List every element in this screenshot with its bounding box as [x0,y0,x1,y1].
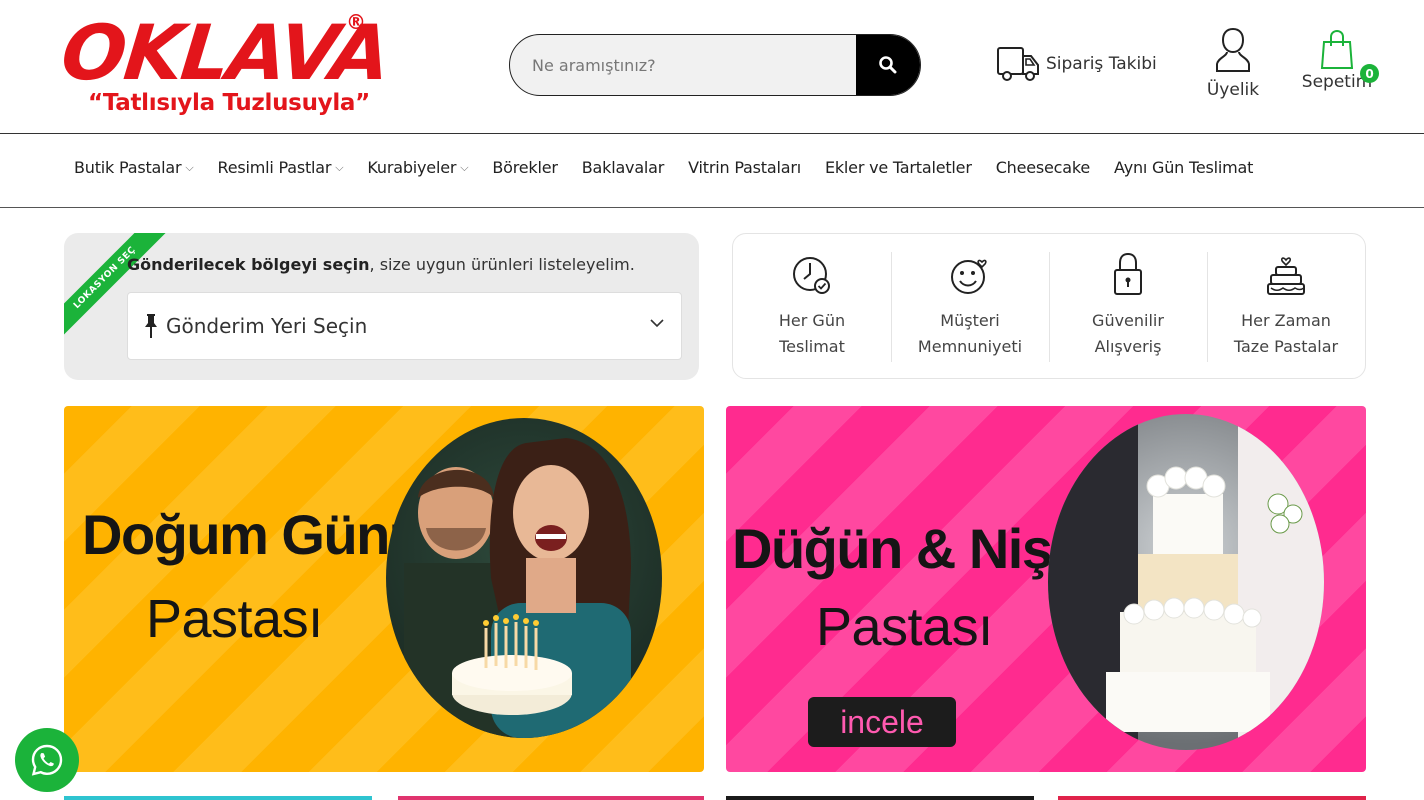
location-dropdown-value: Gönderim Yeri Seçin [166,314,368,338]
next-row-banner-edge [726,796,1034,800]
nav-item[interactable]: Aynı Gün Teslimat [1114,158,1253,177]
feature-line: Her Zaman [1241,311,1331,330]
feature-line: Memnuniyeti [917,337,1023,356]
nav-item[interactable]: Kurabiyeler ⌵ [367,158,468,177]
nav-list: Butik Pastalar ⌵ Resimli Pastlar ⌵ Kurabiyel… [74,158,1277,177]
nav-item[interactable]: Butik Pastalar ⌵ [74,158,194,177]
feature-line: Taze Pastalar [1233,337,1339,356]
feature-fresh-cakes: Her Zaman Taze Pastalar [1207,234,1365,378]
wedding-cake-illustration [1048,414,1324,750]
nav-item-label: Resimli Pastlar [217,158,332,177]
next-row-banner-edge [1058,796,1366,800]
feature-customer-satisfaction: Müşteri Memnuniyeti [891,234,1049,378]
location-dropdown[interactable]: Gönderim Yeri Seçin [127,292,682,360]
cart-link[interactable]: Sepetim 0 [1302,28,1379,92]
feature-daily-delivery-text: Her Gün Teslimat [752,308,872,360]
chevron-down-icon: ⌵ [460,160,469,174]
nav-item-label: Butik Pastalar [74,158,182,177]
search-bar [509,34,921,96]
whatsapp-button[interactable] [15,728,79,792]
nav-item-label: Kurabiyeler [367,158,457,177]
feature-fresh-cakes-text: Her Zaman Taze Pastalar [1226,308,1346,360]
birthday-people-illustration [404,438,631,738]
feature-secure-shopping: Güvenilir Alışveriş [1049,234,1207,378]
feature-daily-delivery: Her Gün Teslimat [733,234,891,378]
cart-count-badge: 0 [1360,64,1379,83]
nav-item[interactable]: Cheesecake [995,158,1091,177]
membership-link[interactable]: Üyelik [1206,26,1260,100]
birthday-cake-banner[interactable]: Doğum Günü Pastası [64,406,704,772]
lock-icon [1114,252,1142,295]
logo-tagline: “Tatlısıyla Tuzlusuyla” [88,90,370,116]
truck-icon [997,47,1039,81]
birthday-photo [386,418,662,738]
user-icon [1216,27,1250,72]
nav-item[interactable]: Ekler ve Tartaletler [825,158,972,177]
banner-subtitle: Pastası [146,589,323,649]
feature-secure-shopping-text: Güvenilir Alışveriş [1068,308,1188,360]
clock-check-icon [793,257,830,294]
incele-button[interactable]: incele [808,697,956,747]
banner-title: Doğum Günü [82,503,423,566]
pushpin-icon [145,314,157,338]
location-selector-panel: LOKASYON SEÇ Gönderilecek bölgeyi seçin,… [64,233,699,380]
logo[interactable]: OKLAVA ® “Tatlısıyla Tuzlusuyla” [57,8,392,122]
location-prompt-bold: Gönderilecek bölgeyi seçin [127,255,370,274]
chevron-down-icon [650,319,664,328]
next-row-banner-edge [398,796,704,800]
order-tracking-label: Sipariş Takibi [1046,54,1157,74]
nav-item[interactable]: Vitrin Pastaları [688,158,801,177]
feature-line: Her Gün [778,311,846,330]
feature-line: Müşteri [940,311,1000,330]
wedding-photo [1048,414,1324,750]
smiley-heart-icon [951,259,987,294]
nav-item-label: Baklavalar [581,158,665,177]
nav-item-label: Vitrin Pastaları [688,158,801,177]
nav-item[interactable]: Resimli Pastlar ⌵ [218,158,344,177]
feature-line: Teslimat [779,337,845,356]
banner-subtitle: Pastası [816,597,993,657]
site-header: OKLAVA ® “Tatlısıyla Tuzlusuyla” Sipariş [0,0,1424,134]
next-row-banner-edge [64,796,372,800]
main-navigation: Butik Pastalar ⌵ Resimli Pastlar ⌵ Kurabiyel… [0,134,1424,208]
features-panel: Her Gün Teslimat Müşteri Memnuniyeti Güv… [732,233,1366,379]
feature-line: Alışveriş [1094,337,1162,356]
location-prompt: Gönderilecek bölgeyi seçin, size uygun ü… [127,255,635,274]
nav-item[interactable]: Baklavalar [581,158,665,177]
wedding-cake-banner[interactable]: Düğün & Nişan Pastası incele [726,406,1366,772]
membership-label: Üyelik [1206,80,1260,100]
search-button[interactable] [856,35,920,95]
location-prompt-rest: , size uygun ürünleri listeleyelim. [369,255,635,274]
shopping-bag-icon [1320,29,1354,69]
nav-item[interactable]: Börekler [492,158,558,177]
nav-item-label: Cheesecake [995,158,1091,177]
nav-item-label: Ekler ve Tartaletler [824,158,972,177]
nav-item-label: Aynı Gün Teslimat [1114,158,1254,177]
logo-wordmark: OKLAVA [57,8,393,97]
feature-customer-satisfaction-text: Müşteri Memnuniyeti [910,308,1030,360]
cake-icon [1267,257,1305,295]
search-input[interactable] [510,35,858,95]
chevron-down-icon: ⌵ [335,160,344,174]
nav-item-label: Börekler [492,158,558,177]
order-tracking-link[interactable]: Sipariş Takibi [996,44,1157,84]
search-icon [879,56,897,74]
logo-registered-mark: ® [346,10,366,34]
feature-line: Güvenilir [1092,311,1164,330]
chevron-down-icon: ⌵ [185,160,194,174]
whatsapp-icon [31,744,63,776]
